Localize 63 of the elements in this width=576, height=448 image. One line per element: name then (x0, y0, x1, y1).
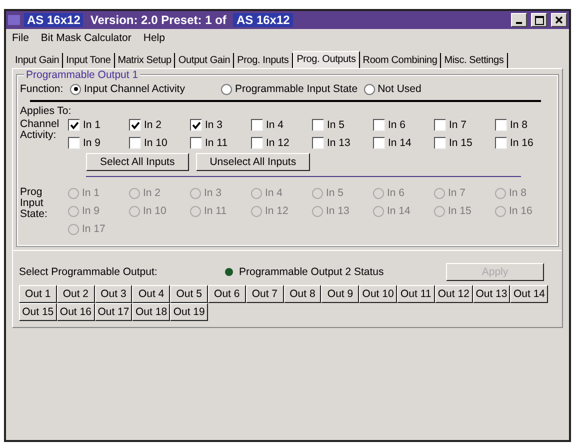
checkbox[interactable]: In 8 (495, 119, 556, 131)
prog-input-state-label: Prog Input State: (20, 187, 48, 222)
checkbox[interactable]: In 11 (190, 137, 251, 149)
output-button[interactable]: Out 12 (434, 285, 473, 303)
checkbox[interactable]: In 9 (68, 137, 129, 149)
push-button[interactable]: Select All Inputs (86, 153, 189, 171)
output-button[interactable]: Out 16 (56, 303, 95, 321)
checkbox[interactable]: In 13 (312, 137, 373, 149)
output-button[interactable]: Out 14 (510, 285, 548, 303)
output-button[interactable]: Out 19 (170, 303, 208, 321)
checkbox[interactable]: In 3 (190, 119, 251, 131)
output-button[interactable]: Out 1 (19, 285, 57, 303)
output-button[interactable]: Out 7 (246, 285, 284, 303)
checkbox[interactable]: In 4 (251, 119, 312, 131)
output-button[interactable]: Out 15 (19, 303, 57, 321)
status-label: Programmable Output 2 Status (239, 266, 384, 278)
checkbox[interactable]: In 16 (495, 137, 556, 149)
menu-item[interactable]: Bit Mask Calculator (40, 32, 132, 44)
minimize-button[interactable] (511, 13, 527, 27)
radio-button[interactable]: Programmable Input State (220, 83, 358, 95)
checkbox[interactable]: In 10 (129, 137, 190, 149)
output-button[interactable]: Out 9 (321, 285, 360, 303)
window-title: AS 16x12 (233, 13, 293, 27)
output-button[interactable]: Out 10 (359, 285, 397, 303)
output-button[interactable]: Out 2 (56, 285, 95, 303)
menu-item[interactable]: File (12, 32, 29, 44)
app-icon (8, 14, 20, 26)
check-icon (70, 120, 78, 130)
checkbox[interactable]: In 14 (373, 137, 434, 149)
checkbox[interactable]: In 2 (129, 119, 190, 131)
maximize-icon (534, 16, 544, 24)
output-button[interactable]: Out 13 (472, 285, 510, 303)
checkbox[interactable]: In 5 (312, 119, 373, 131)
output-button[interactable]: Out 11 (396, 285, 435, 303)
window-title: AS 16x12 (24, 13, 84, 27)
check-icon (192, 120, 200, 130)
checkbox[interactable]: In 6 (373, 119, 434, 131)
checkbox[interactable]: In 15 (434, 137, 495, 149)
menu-item[interactable]: Help (143, 32, 165, 44)
close-icon (555, 16, 563, 24)
output-button[interactable]: Out 5 (170, 285, 208, 303)
select-output-label: Select Programmable Output: (19, 266, 158, 278)
output-button[interactable]: Out 6 (208, 285, 246, 303)
window-title: Version: 2.0 Preset: 1 of (89, 13, 228, 27)
radio-button[interactable]: Input Channel Activity (70, 83, 185, 95)
maximize-button[interactable] (531, 13, 547, 27)
check-icon (130, 120, 140, 130)
applies-to-label: Applies To: (20, 105, 72, 117)
checkbox[interactable]: In 1 (68, 119, 129, 131)
output-button[interactable]: Out 8 (284, 285, 322, 303)
output-button[interactable]: Out 3 (94, 285, 132, 303)
tab[interactable]: Prog. Outputs (292, 51, 360, 68)
radio-button[interactable]: Not Used (364, 83, 422, 95)
output-button[interactable]: Out 17 (94, 303, 132, 321)
function-label: Function: (20, 83, 64, 95)
output-button[interactable]: Out 4 (132, 285, 170, 303)
checkbox[interactable]: In 7 (434, 119, 495, 131)
channel-activity-label: Channel Activity: (20, 119, 60, 143)
push-button[interactable]: Unselect All Inputs (196, 153, 310, 171)
checkbox[interactable]: In 12 (251, 137, 312, 149)
output-button[interactable]: Out 18 (132, 303, 170, 321)
close-button[interactable] (551, 13, 567, 27)
group-title: Programmable Output 1 (24, 69, 140, 81)
